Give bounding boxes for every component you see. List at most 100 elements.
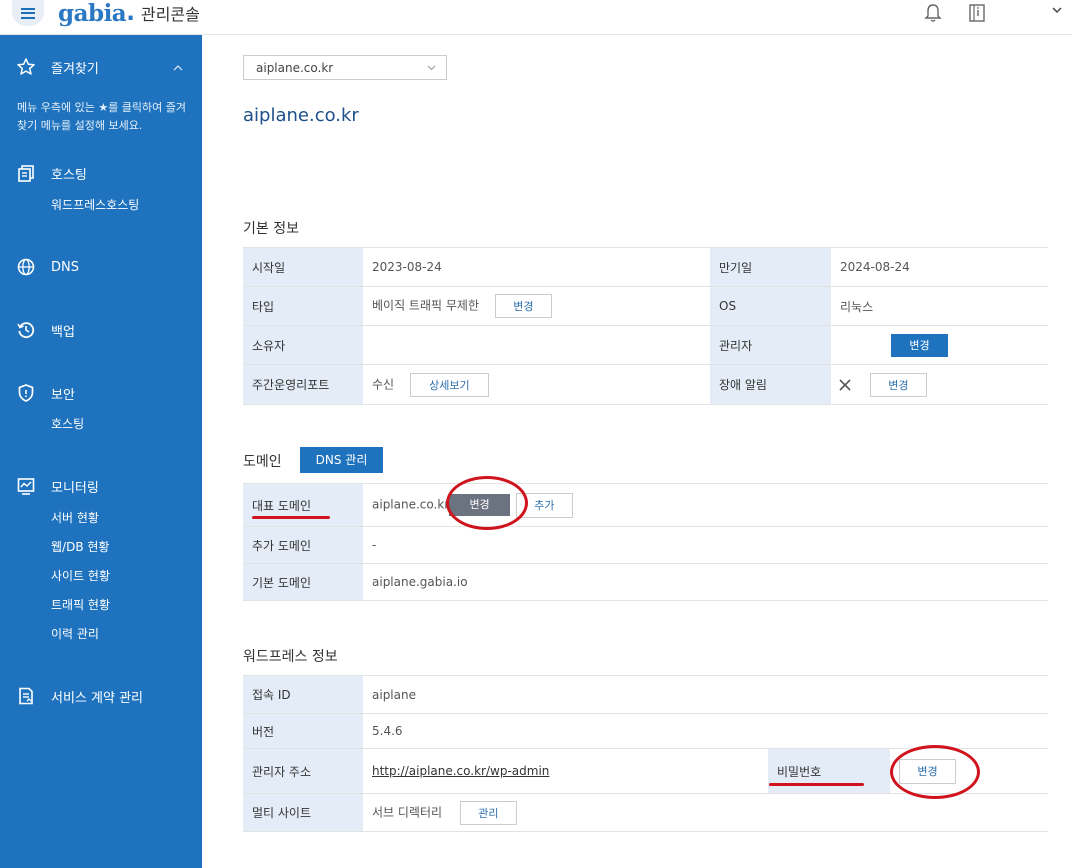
sidebar-subitem-server-status[interactable]: 서버 현황: [51, 509, 99, 526]
sidebar-subitem-site-status[interactable]: 사이트 현황: [51, 567, 110, 584]
start-date-label: 시작일: [243, 247, 363, 287]
sidebar-item-security[interactable]: 보안: [16, 383, 75, 403]
sidebar: 즐겨찾기 메뉴 우측에 있는 ★를 클릭하여 즐겨찾기 메뉴를 설정해 보세요.…: [0, 35, 202, 868]
rep-domain-value: aiplane.co.kr: [372, 497, 450, 512]
owner-label: 소유자: [243, 325, 363, 365]
domain-section-title: 도메인: [243, 454, 282, 470]
bell-icon[interactable]: [922, 2, 944, 24]
failure-alert-label: 장애 알림: [710, 364, 831, 405]
sidebar-item-favorites[interactable]: 즐겨찾기: [16, 57, 99, 77]
default-domain-label: 기본 도메인: [243, 563, 363, 601]
admin-cell: 변경: [831, 325, 1048, 365]
owner-value: [363, 325, 710, 365]
version-value: 5.4.6: [363, 713, 1049, 749]
os-value: 리눅스: [831, 286, 1048, 326]
console-label: 관리콘솔: [140, 5, 200, 24]
table-row: 접속 ID aiplane: [243, 675, 1049, 714]
sidebar-item-backup[interactable]: 백업: [16, 320, 75, 340]
admin-change-button[interactable]: 변경: [891, 333, 948, 357]
table-row: 소유자 관리자 변경: [243, 325, 1048, 365]
default-domain-value: aiplane.gabia.io: [363, 563, 1048, 601]
domain-select-value: aiplane.co.kr: [256, 61, 334, 75]
wordpress-section-title: 워드프레스 정보: [243, 649, 338, 665]
admin-url-label: 관리자 주소: [243, 748, 363, 794]
failure-alert-cell: 변경: [831, 364, 1048, 405]
table-row: 시작일 2023-08-24 만기일 2024-08-24: [243, 247, 1048, 287]
table-row: 추가 도메인 -: [243, 526, 1048, 564]
main-content: aiplane.co.kr aiplane.co.kr 기본 정보 시작일 20…: [202, 35, 1072, 868]
rep-domain-change-button[interactable]: 변경: [447, 492, 513, 518]
top-bar: gabia. 관리콘솔: [0, 0, 1072, 35]
globe-icon: [17, 258, 35, 276]
sidebar-item-label: 서비스 계약 관리: [51, 690, 143, 706]
sidebar-item-monitoring[interactable]: 모니터링: [16, 476, 99, 496]
sidebar-subitem-history[interactable]: 이력 관리: [51, 625, 99, 642]
sidebar-subitem-web-db-status[interactable]: 웹/DB 현황: [51, 538, 109, 555]
shield-icon: [18, 384, 34, 402]
table-row: 버전 5.4.6: [243, 713, 1049, 749]
sidebar-item-hosting[interactable]: 호스팅: [16, 163, 87, 183]
sidebar-item-contract[interactable]: 서비스 계약 관리: [16, 686, 143, 706]
login-id-label: 접속 ID: [243, 675, 363, 714]
sidebar-item-label: 즐겨찾기: [51, 61, 99, 77]
expire-date-label: 만기일: [710, 247, 831, 287]
password-change-button[interactable]: 변경: [899, 758, 956, 784]
extra-domain-value: -: [363, 526, 1048, 564]
password-cell: 변경: [890, 748, 1049, 794]
table-row: 관리자 주소 http://aiplane.co.kr/wp-admin 비밀번…: [243, 748, 1049, 794]
rep-domain-label: 대표 도메인: [243, 483, 363, 527]
expire-date-value: 2024-08-24: [831, 247, 1048, 287]
dns-manage-button[interactable]: DNS 관리: [300, 447, 383, 473]
logo[interactable]: gabia. 관리콘솔: [58, 0, 200, 27]
alert-change-button[interactable]: 변경: [869, 372, 927, 397]
sidebar-item-dns[interactable]: DNS: [16, 257, 79, 277]
multisite-label: 멀티 사이트: [243, 793, 363, 832]
table-row: 타입 베이직 트래픽 무제한 변경 OS 리눅스: [243, 286, 1048, 326]
hosting-icon: [18, 165, 34, 182]
add-domain-button[interactable]: 추가: [515, 492, 573, 518]
table-row: 기본 도메인 aiplane.gabia.io: [243, 563, 1048, 601]
brand-name: gabia: [58, 0, 127, 27]
close-icon: [839, 378, 851, 391]
multisite-manage-button[interactable]: 관리: [459, 800, 517, 825]
manual-icon[interactable]: [966, 2, 988, 24]
type-cell: 베이직 트래픽 무제한 변경: [363, 286, 710, 326]
backup-clock-icon: [17, 322, 35, 339]
rep-domain-cell: aiplane.co.kr 변경 추가: [363, 483, 1048, 527]
multisite-value: 서브 디렉터리: [372, 805, 443, 819]
sidebar-item-label: 모니터링: [51, 480, 99, 496]
hamburger-icon: [21, 7, 35, 19]
sidebar-subitem-security-hosting[interactable]: 호스팅: [51, 415, 84, 432]
sidebar-subitem-wordpress-hosting[interactable]: 워드프레스호스팅: [51, 196, 139, 213]
sidebar-subitem-traffic-status[interactable]: 트래픽 현황: [51, 596, 110, 613]
star-icon: [17, 58, 35, 75]
table-row: 대표 도메인 aiplane.co.kr 변경 추가: [243, 483, 1048, 527]
type-change-button[interactable]: 변경: [494, 294, 552, 318]
extra-domain-label: 추가 도메인: [243, 526, 363, 564]
multisite-cell: 서브 디렉터리 관리: [363, 793, 1049, 832]
contract-icon: [19, 687, 33, 705]
sidebar-item-label: 보안: [51, 387, 75, 403]
table-row: 멀티 사이트 서브 디렉터리 관리: [243, 793, 1049, 832]
weekly-report-label: 주간운영리포트: [243, 364, 363, 405]
admin-url-link[interactable]: http://aiplane.co.kr/wp-admin: [372, 764, 549, 778]
version-label: 버전: [243, 713, 363, 749]
menu-toggle-button[interactable]: [12, 0, 44, 26]
type-label: 타입: [243, 286, 363, 326]
domain-table: 대표 도메인 aiplane.co.kr 변경 추가 추가 도메인 - 기본 도…: [243, 483, 1048, 601]
login-id-value: aiplane: [363, 675, 1049, 714]
start-date-value: 2023-08-24: [363, 247, 710, 287]
chevron-down-icon: [427, 65, 436, 71]
os-label: OS: [710, 286, 831, 326]
report-detail-button[interactable]: 상세보기: [409, 372, 489, 397]
page-title: aiplane.co.kr: [243, 105, 359, 126]
basic-info-table: 시작일 2023-08-24 만기일 2024-08-24 타입 베이직 트래픽…: [243, 247, 1048, 405]
basic-info-title: 기본 정보: [243, 221, 299, 237]
table-row: 주간운영리포트 수신 상세보기 장애 알림 변경: [243, 364, 1048, 405]
sidebar-item-label: 호스팅: [51, 167, 87, 183]
wordpress-table: 접속 ID aiplane 버전 5.4.6 관리자 주소 http://aip…: [243, 675, 1049, 832]
chevron-down-icon[interactable]: [1050, 3, 1064, 17]
chevron-up-icon[interactable]: [172, 62, 184, 74]
domain-select[interactable]: aiplane.co.kr: [243, 55, 447, 80]
sidebar-item-label: DNS: [51, 259, 79, 275]
